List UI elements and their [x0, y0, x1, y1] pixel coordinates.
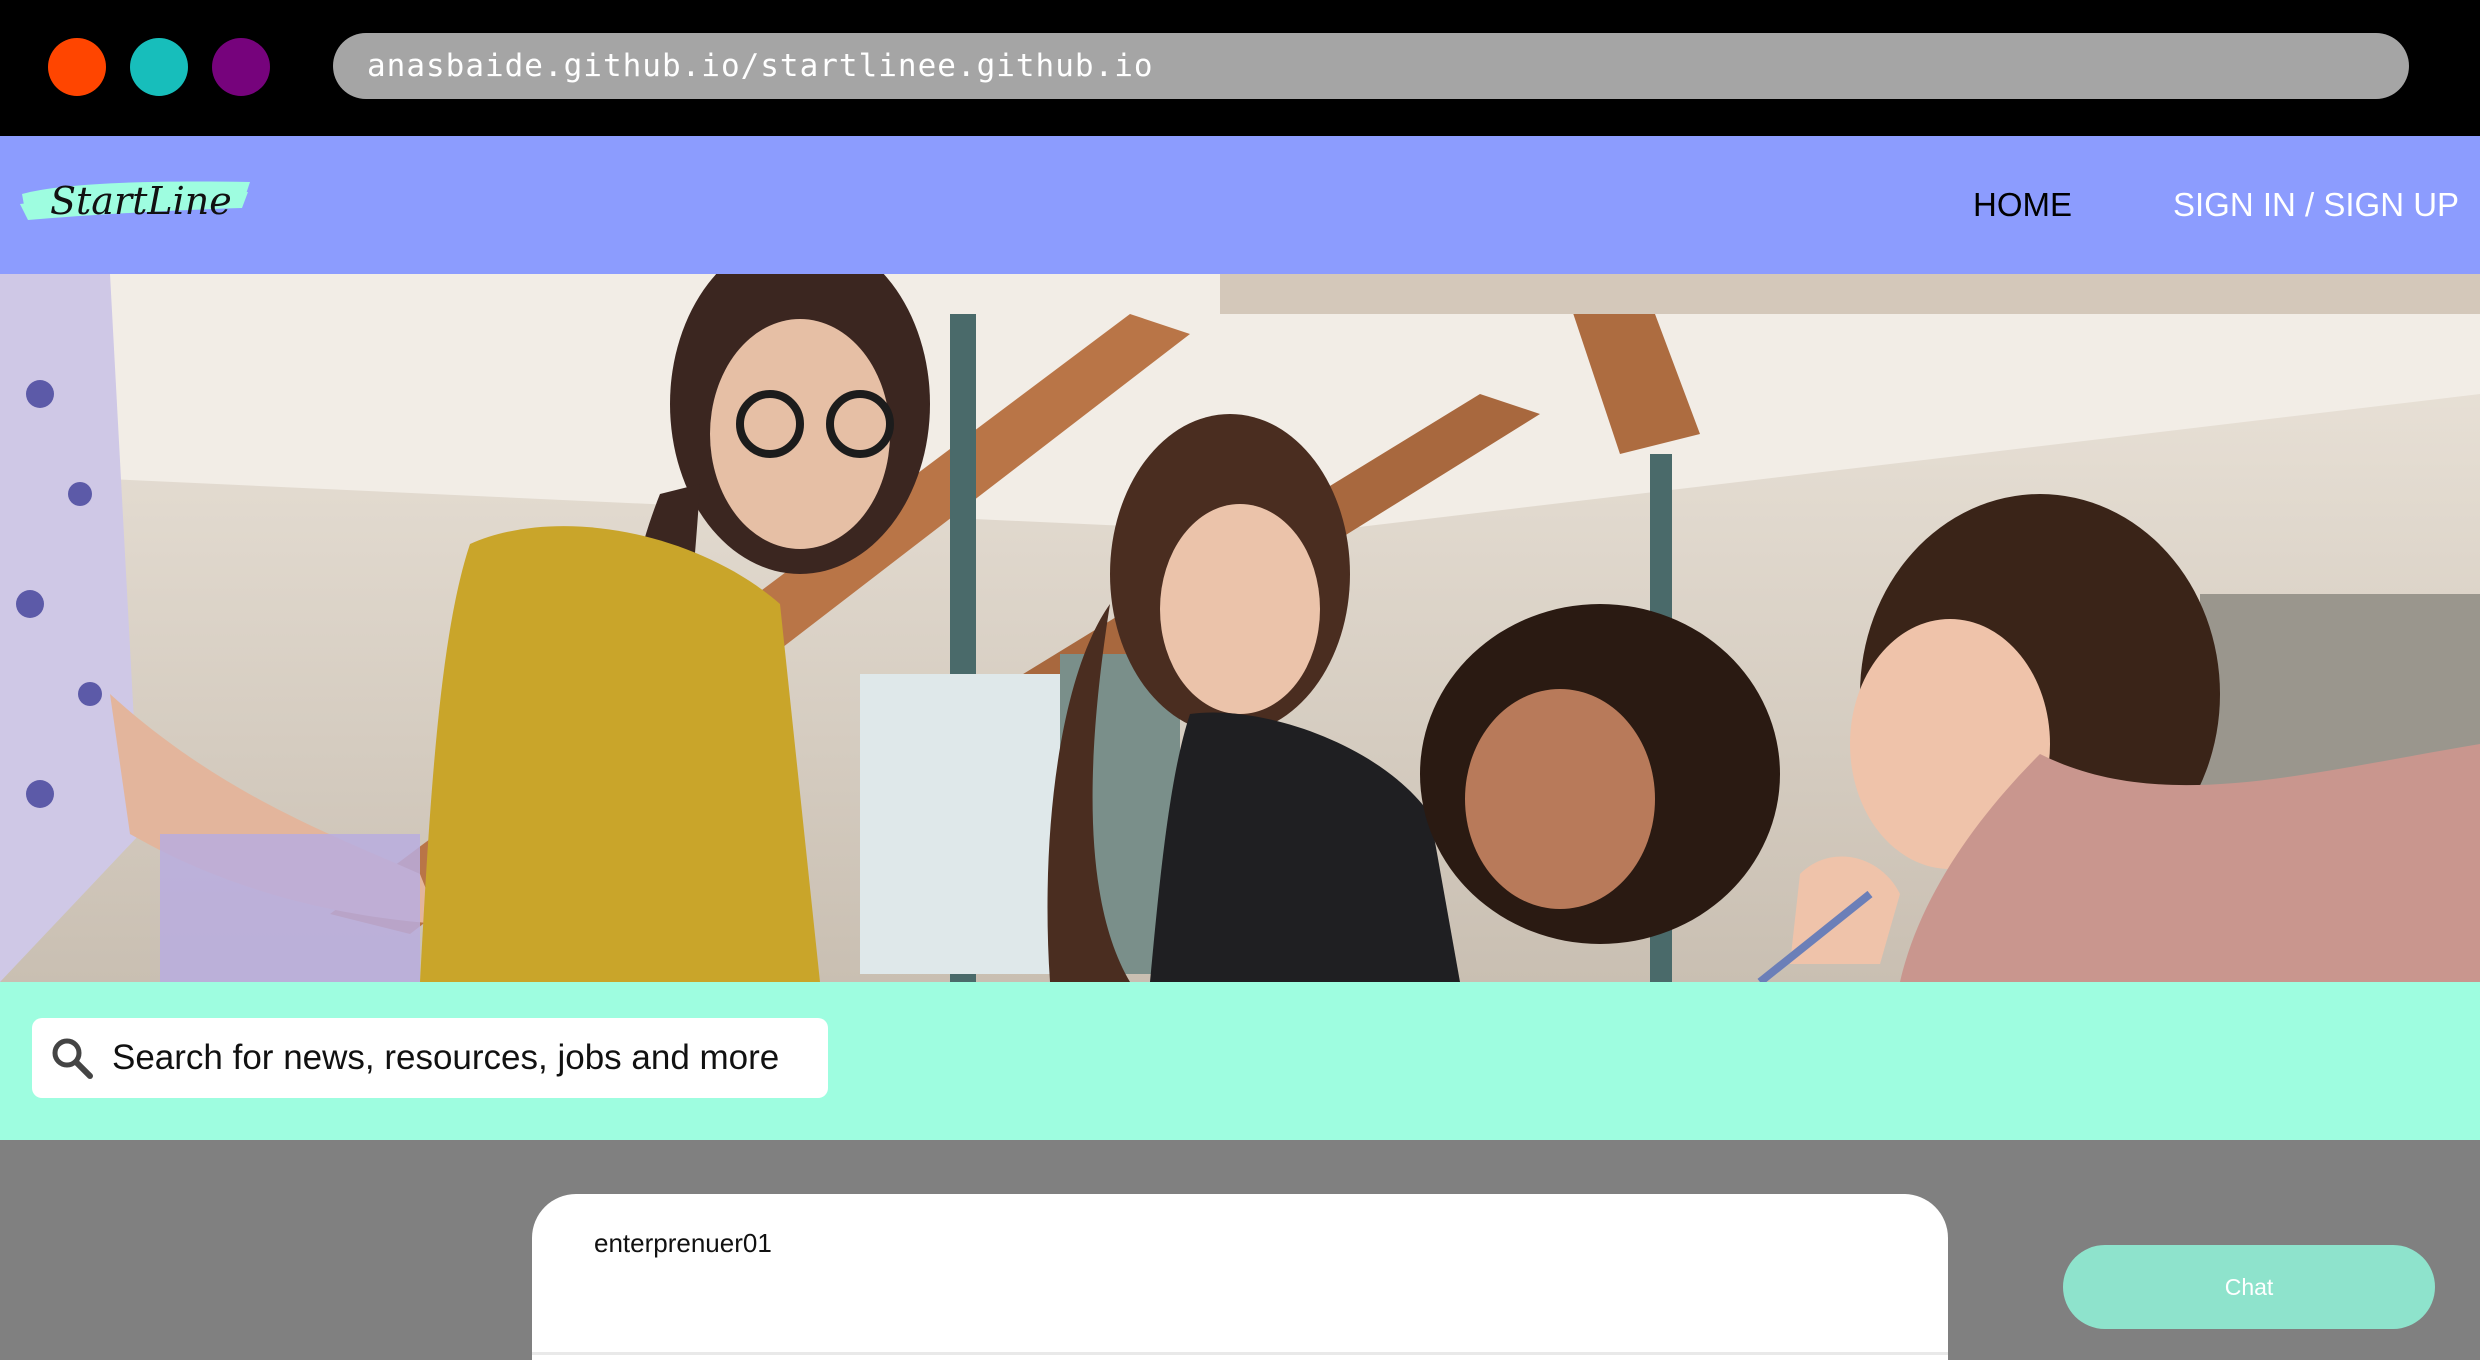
post-divider [532, 1352, 1948, 1355]
search-section: Search for news, resources, jobs and mor… [0, 982, 2480, 1140]
nav-link-sign-in-sign-up[interactable]: SIGN IN / SIGN UP [2173, 136, 2459, 274]
chat-button[interactable]: Chat [2063, 1245, 2435, 1329]
search-placeholder: Search for news, resources, jobs and mor… [112, 1038, 780, 1077]
minimize-window-dot[interactable] [130, 38, 188, 96]
post-card: enterprenuer01 [532, 1194, 1948, 1360]
browser-chrome: anasbaide.github.io/startlinee.github.io [0, 0, 2480, 136]
address-bar[interactable]: anasbaide.github.io/startlinee.github.io [333, 33, 2409, 99]
address-bar-url: anasbaide.github.io/startlinee.github.io [367, 48, 1154, 84]
zoom-window-dot[interactable] [212, 38, 270, 96]
hero-image [0, 274, 2480, 982]
logo-text: StartLine [50, 179, 232, 223]
search-input[interactable]: Search for news, resources, jobs and mor… [32, 1018, 828, 1098]
nav-link-home[interactable]: HOME [1973, 136, 2072, 274]
close-window-dot[interactable] [48, 38, 106, 96]
search-icon [50, 1036, 94, 1080]
startline-logo[interactable]: StartLine [18, 170, 254, 232]
logo-brush-icon: StartLine [20, 179, 250, 223]
site-navbar: StartLine HOME SIGN IN / SIGN UP [0, 136, 2480, 274]
post-username[interactable]: enterprenuer01 [594, 1228, 772, 1259]
main-content: enterprenuer01 Chat [0, 1140, 2480, 1360]
